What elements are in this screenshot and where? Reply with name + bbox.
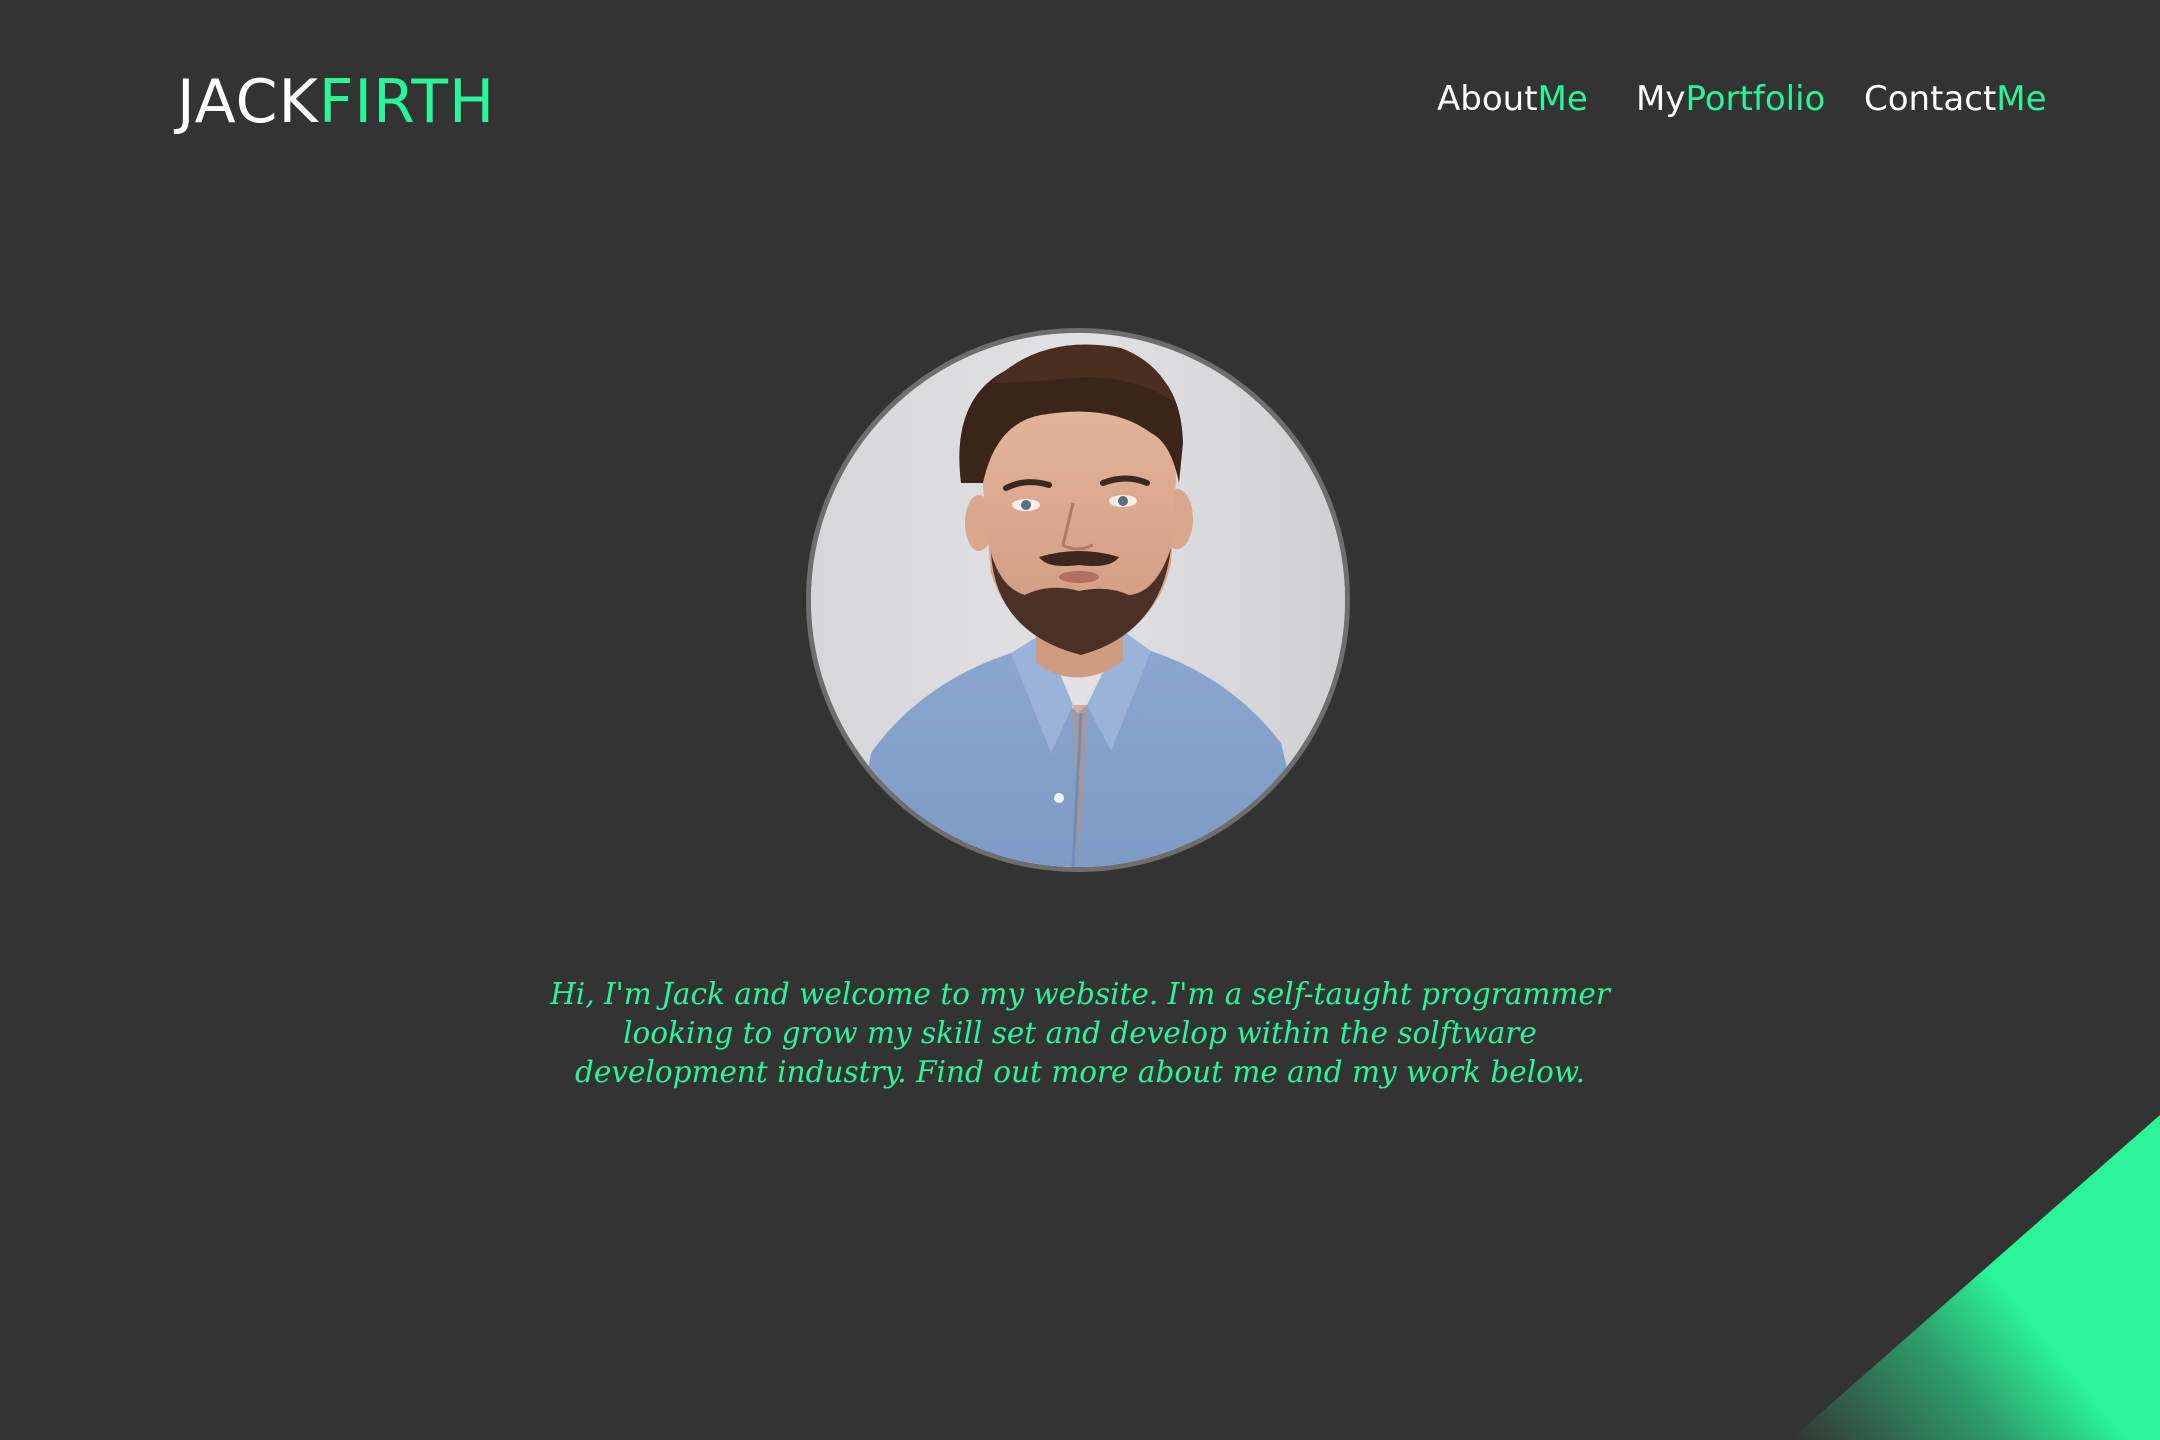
nav-label-part1: My — [1636, 79, 1686, 119]
profile-photo-illustration — [811, 333, 1345, 867]
nav-label-part2: Me — [1537, 79, 1588, 119]
intro-text: Hi, I'm Jack and welcome to my website. … — [550, 976, 1610, 1089]
nav-link-contact-me[interactable]: ContactMe — [1864, 74, 2047, 124]
nav-label-part1: About — [1437, 79, 1538, 119]
nav-link-about-me[interactable]: AboutMe — [1437, 74, 1588, 124]
main-nav: AboutMe MyPortfolio ContactMe — [0, 74, 2160, 124]
nav-label-part2: Me — [1996, 79, 2047, 119]
profile-photo — [806, 328, 1350, 872]
nav-label-part1: Contact — [1864, 79, 1997, 119]
nav-link-my-portfolio[interactable]: MyPortfolio — [1636, 74, 1825, 124]
page: JACKFIRTH AboutMe MyPortfolio ContactMe — [0, 0, 2160, 1440]
nav-label-part2: Portfolio — [1685, 79, 1826, 119]
